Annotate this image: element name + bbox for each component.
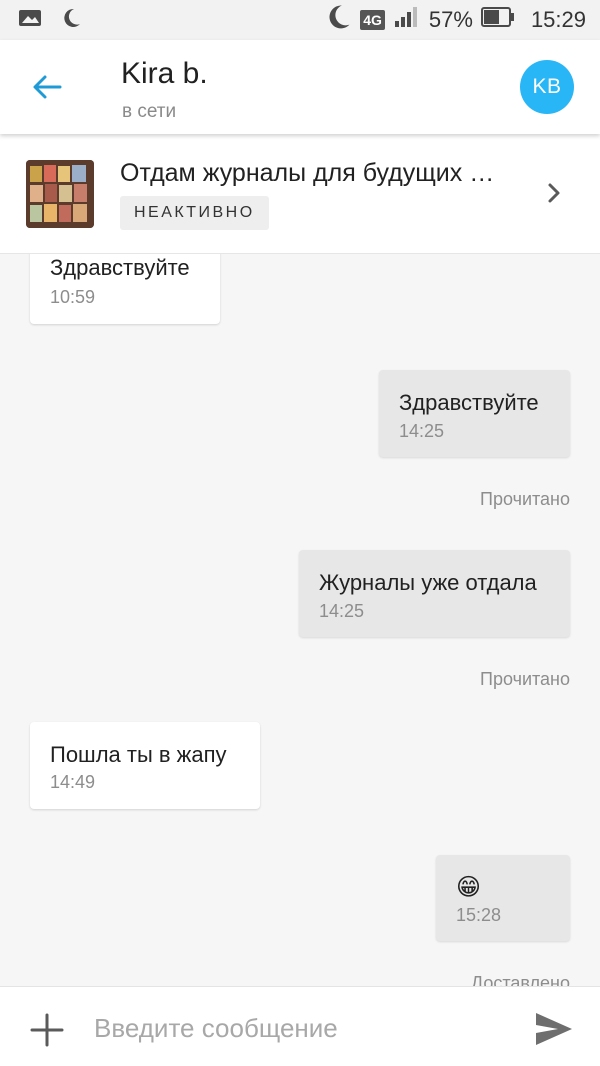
message-bubble-outgoing[interactable]: Здравствуйте 14:25 (379, 370, 570, 457)
message-text: Здравствуйте (50, 255, 190, 280)
signal-icon (393, 5, 421, 35)
contact-name[interactable]: Kira b. (121, 57, 208, 91)
battery-percent: 57% (428, 7, 473, 32)
message-text: Пошла ты в жапу (50, 742, 227, 767)
send-button[interactable] (532, 1009, 574, 1049)
read-receipt: Прочитано (480, 489, 570, 509)
clock: 15:29 (530, 7, 586, 32)
listing-title: Отдам журналы для будущих … (120, 159, 495, 187)
message-time: 14:25 (319, 601, 365, 621)
arrow-left-icon (33, 75, 62, 99)
contact-status: в сети (122, 101, 177, 122)
moon-icon (60, 7, 82, 34)
message-bubble-incoming[interactable]: Пошла ты в жапу 14:49 (30, 722, 260, 809)
listing-thumbnail (26, 160, 94, 228)
delivery-receipt: Доставлено (470, 973, 570, 986)
message-bubble-incoming[interactable]: Здравствуйте 10:59 (30, 254, 220, 324)
network-type: 4G (360, 10, 385, 30)
send-icon (536, 1013, 572, 1045)
message-time: 14:25 (399, 421, 445, 441)
status-badge: НЕАКТИВНО (120, 196, 269, 230)
emoji-grin-icon: 😁 (456, 874, 482, 901)
message-text: Журналы уже отдала (319, 570, 537, 595)
message-bubble-outgoing[interactable]: Журналы уже отдала 14:25 (299, 550, 570, 637)
back-button[interactable] (24, 64, 70, 110)
message-time: 14:49 (50, 772, 96, 792)
avatar[interactable]: KB (520, 60, 574, 114)
plus-icon (30, 1013, 64, 1047)
attach-button[interactable] (28, 1011, 66, 1049)
composer-bar (0, 986, 600, 1066)
status-bar: 4G 57% 15:29 (0, 0, 600, 40)
message-time: 15:28 (456, 905, 502, 925)
message-text: Здравствуйте (399, 390, 539, 415)
chevron-right-icon[interactable] (542, 178, 566, 213)
image-icon (18, 8, 42, 33)
message-bubble-outgoing[interactable]: 😁 15:28 (436, 855, 570, 941)
message-time: 10:59 (50, 287, 96, 307)
read-receipt: Прочитано (480, 669, 570, 689)
message-input[interactable] (94, 1005, 514, 1051)
app-bar: Kira b. в сети KB (0, 40, 600, 134)
battery-icon (480, 6, 515, 34)
listing-banner[interactable]: Отдам журналы для будущих … НЕАКТИВНО (0, 134, 600, 254)
message-list[interactable]: Здравствуйте 10:59 Здравствуйте 14:25 Пр… (0, 254, 600, 986)
moon-icon (324, 3, 352, 37)
